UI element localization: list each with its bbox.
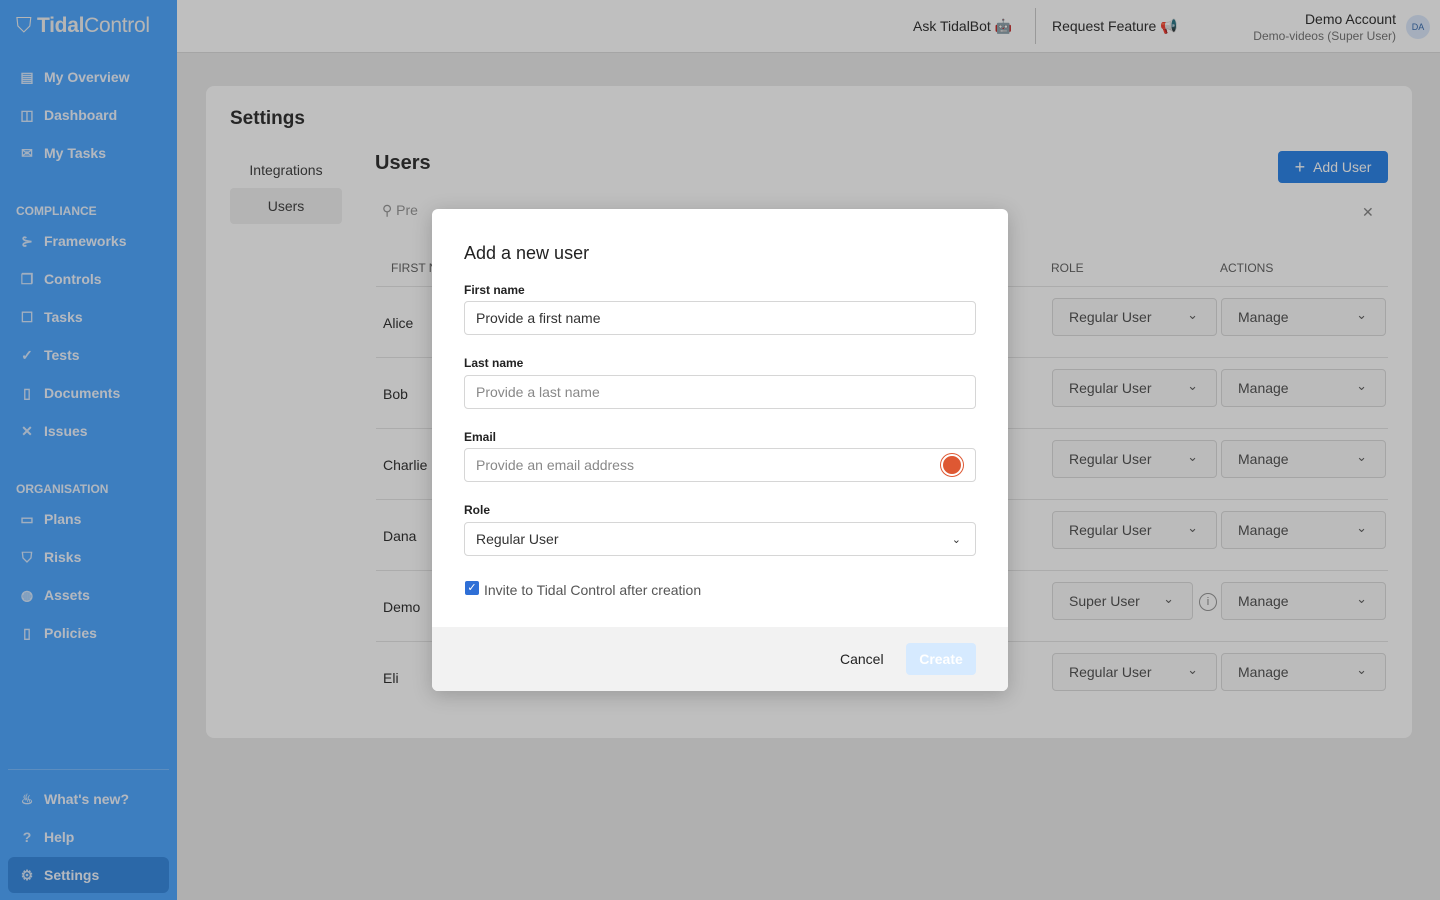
- create-button[interactable]: Create: [906, 643, 976, 675]
- first-name-label: First name: [464, 283, 525, 297]
- chevron-down-icon: ⌄: [952, 533, 961, 546]
- last-name-field[interactable]: Provide a last name: [464, 375, 976, 409]
- dialog-title: Add a new user: [464, 243, 589, 264]
- dialog-footer: Cancel Create: [432, 627, 1008, 691]
- role-label: Role: [464, 503, 490, 517]
- email-field[interactable]: Provide an email address: [464, 448, 976, 482]
- first-name-field[interactable]: Provide a first name: [464, 301, 976, 335]
- duckduckgo-icon[interactable]: [941, 454, 963, 476]
- email-label: Email: [464, 430, 496, 444]
- invite-label[interactable]: Invite to Tidal Control after creation: [484, 582, 701, 598]
- invite-checkbox[interactable]: ✓: [465, 581, 479, 595]
- role-select[interactable]: Regular User ⌄: [464, 522, 976, 556]
- role-value: Regular User: [476, 531, 558, 547]
- email-placeholder: Provide an email address: [476, 457, 634, 473]
- last-name-label: Last name: [464, 356, 523, 370]
- cancel-button[interactable]: Cancel: [840, 651, 884, 667]
- add-user-dialog: Add a new user First name Provide a firs…: [432, 209, 1008, 691]
